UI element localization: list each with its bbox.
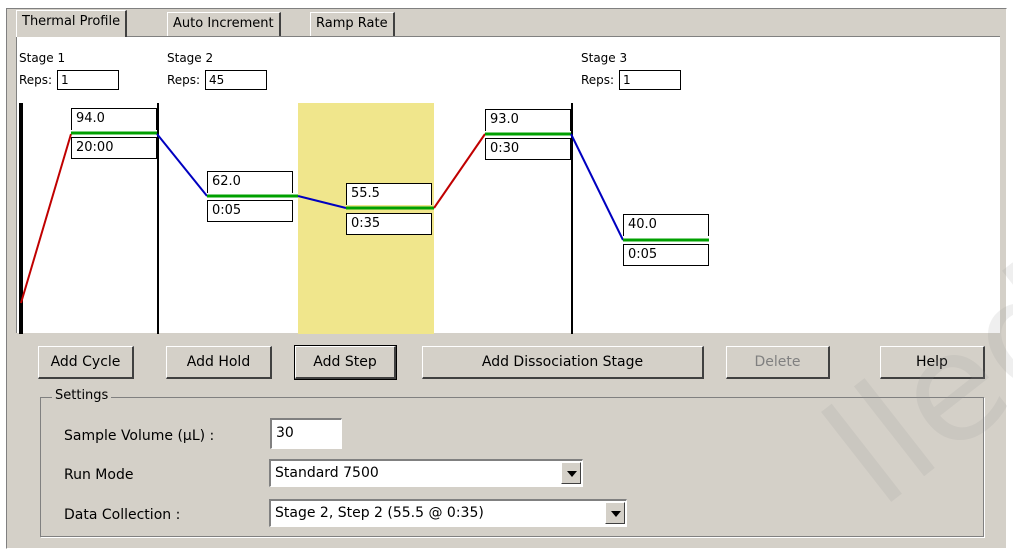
ramp-up-segment-1: [20, 133, 72, 304]
delete-button[interactable]: Delete: [726, 346, 830, 379]
step-2-temp[interactable]: 62.0: [207, 171, 293, 193]
thermal-profile-canvas: Stage 1 Reps: 1 Stage 2 Reps: 45 Stage 3…: [16, 36, 1000, 334]
ramp-down-segment-3: [297, 195, 347, 209]
step-5-temp[interactable]: 40.0: [623, 214, 709, 236]
step-2-time[interactable]: 0:05: [207, 200, 293, 222]
sample-volume-input[interactable]: 30: [270, 418, 342, 449]
chevron-down-icon[interactable]: [605, 502, 625, 524]
step-3-temp[interactable]: 55.5: [346, 183, 432, 205]
step-4-time[interactable]: 0:30: [485, 138, 571, 160]
tab-auto-increment[interactable]: Auto Increment: [167, 12, 281, 36]
ramp-down-segment-5: [570, 133, 624, 241]
run-mode-value: Standard 7500: [275, 465, 379, 481]
temperature-profile-graph: [20, 131, 709, 304]
tab-ramp-rate[interactable]: Ramp Rate: [310, 12, 395, 36]
data-collection-value: Stage 2, Step 2 (55.5 @ 0:35): [275, 505, 484, 521]
add-dissociation-stage-button[interactable]: Add Dissociation Stage: [422, 346, 704, 379]
step-5-time[interactable]: 0:05: [623, 244, 709, 266]
step-3-time[interactable]: 0:35: [346, 213, 432, 235]
sample-volume-label: Sample Volume (µL) :: [64, 428, 215, 444]
add-cycle-button[interactable]: Add Cycle: [38, 346, 134, 379]
run-mode-label: Run Mode: [64, 467, 134, 483]
step-1-time[interactable]: 20:00: [71, 137, 157, 159]
data-collection-select[interactable]: Stage 2, Step 2 (55.5 @ 0:35): [269, 499, 627, 527]
add-hold-button[interactable]: Add Hold: [166, 346, 272, 379]
chevron-down-icon[interactable]: [561, 462, 581, 484]
step-1-temp[interactable]: 94.0: [71, 108, 157, 130]
help-button[interactable]: Help: [880, 346, 985, 379]
tab-thermal-profile[interactable]: Thermal Profile: [16, 10, 128, 37]
ramp-up-segment-4: [433, 133, 486, 209]
data-collection-label: Data Collection :: [64, 507, 181, 523]
run-mode-select[interactable]: Standard 7500: [269, 459, 583, 487]
settings-group-title: Settings: [52, 388, 112, 403]
ramp-down-segment-2: [156, 133, 208, 197]
add-step-button[interactable]: Add Step: [294, 345, 397, 380]
step-4-temp[interactable]: 93.0: [485, 109, 571, 131]
